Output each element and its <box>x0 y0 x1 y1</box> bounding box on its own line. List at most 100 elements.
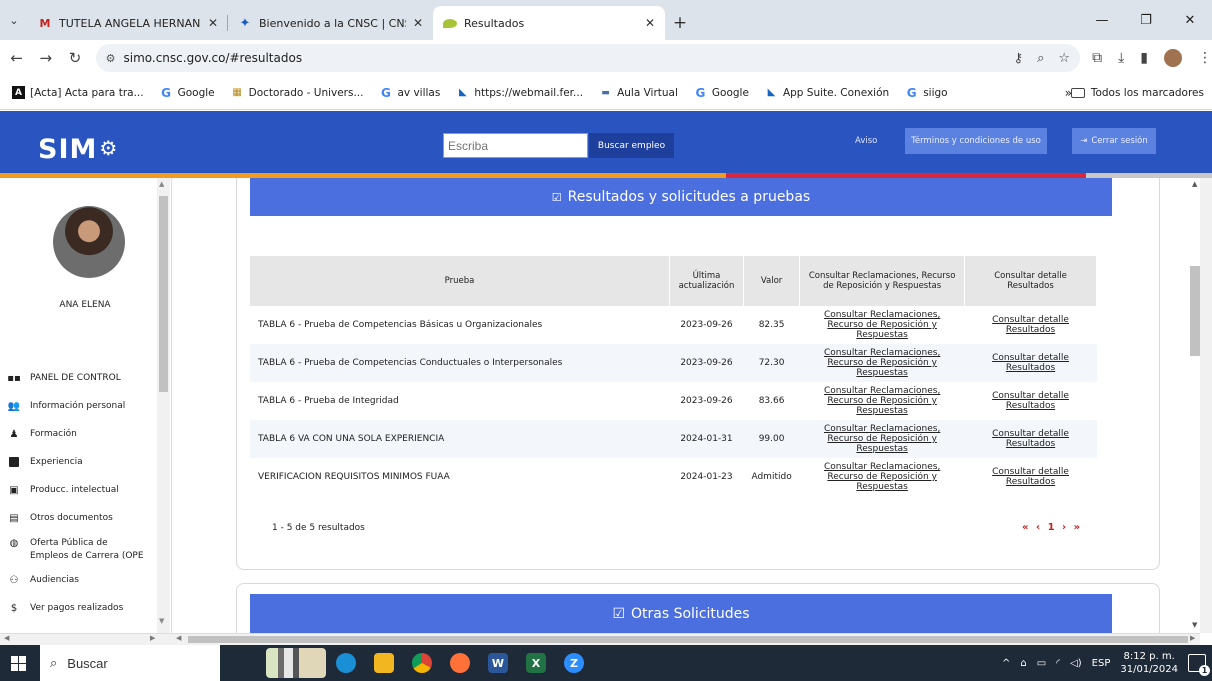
widgets-zebra-image[interactable] <box>266 648 326 678</box>
system-tray: ^ ⌂ ▭ ◜ ◁) ESP 8:12 p. m. 31/01/2024 1 <box>1002 645 1212 681</box>
terms-button[interactable]: Términos y condiciones de uso <box>905 128 1047 154</box>
new-tab-button[interactable]: + <box>665 6 695 40</box>
last-page-button[interactable]: » <box>1074 522 1082 533</box>
reclamaciones-link[interactable]: Consultar Reclamaciones, Recurso de Repo… <box>800 382 965 420</box>
sidebar-item-pagos[interactable]: $ Ver pagos realizados <box>8 602 123 614</box>
reclamaciones-link[interactable]: Consultar Reclamaciones, Recurso de Repo… <box>799 344 965 382</box>
job-search-input[interactable] <box>443 133 588 158</box>
aviso-link[interactable]: Aviso <box>855 136 877 146</box>
firefox-icon[interactable] <box>442 645 478 681</box>
all-bookmarks[interactable]: Todos los marcadores <box>1070 87 1204 99</box>
next-page-button[interactable]: › <box>1062 522 1068 533</box>
download-icon[interactable]: ⤓ <box>1118 50 1124 66</box>
bookmark-webmail[interactable]: ◣ https://webmail.fer... <box>450 86 589 99</box>
back-icon[interactable]: ← <box>4 44 29 72</box>
tray-chevron-icon[interactable]: ^ <box>1002 658 1010 669</box>
scroll-up-icon[interactable]: ▲ <box>159 180 164 188</box>
detalle-link[interactable]: Consultar detalle Resultados <box>965 458 1097 496</box>
wifi-icon[interactable]: ◜ <box>1056 658 1060 669</box>
close-icon[interactable]: ✕ <box>208 16 218 30</box>
scroll-down-icon[interactable]: ▼ <box>159 617 164 625</box>
menu-dots-icon[interactable]: ⋮ <box>1198 50 1212 66</box>
scroll-left-icon[interactable]: ◀ <box>176 634 181 642</box>
windows-start-icon[interactable] <box>0 645 36 681</box>
extensions-icon[interactable]: ⧉ <box>1092 50 1102 66</box>
file-explorer-icon[interactable] <box>366 645 402 681</box>
reclamaciones-link[interactable]: Consultar Reclamaciones, Recurso de Repo… <box>800 306 965 344</box>
clock[interactable]: 8:12 p. m. 31/01/2024 <box>1120 650 1178 676</box>
edge-icon[interactable] <box>328 645 364 681</box>
restore-icon[interactable]: ❐ <box>1124 0 1168 40</box>
sidebar-item-ope[interactable]: ◍ Oferta Pública de Empleos de Carrera (OP… <box>8 537 144 563</box>
sidebar-item-audiencias[interactable]: ⚇ Audiencias <box>8 574 79 586</box>
scroll-right-icon[interactable]: ▶ <box>1190 634 1195 642</box>
bookmark-google-2[interactable]: G Google <box>688 86 755 100</box>
sidebar-item-formacion[interactable]: ♟ Formación <box>8 428 77 440</box>
taskbar-search[interactable]: ⌕ Buscar <box>40 645 220 681</box>
chrome-icon[interactable] <box>404 645 440 681</box>
reload-icon[interactable]: ↻ <box>62 44 87 72</box>
bookmark-aula[interactable]: ▬ Aula Virtual <box>593 86 684 99</box>
bookmark-appsuite[interactable]: ◣ App Suite. Conexión <box>759 86 895 99</box>
sidebar-scroll-thumb[interactable] <box>159 196 168 392</box>
window-close-icon[interactable]: ✕ <box>1168 0 1212 40</box>
first-page-button[interactable]: « <box>1022 522 1030 533</box>
scroll-up-icon[interactable]: ▲ <box>1192 180 1197 188</box>
simo-logo[interactable]: SIM ⚙ <box>38 134 118 165</box>
minimize-icon[interactable]: — <box>1080 0 1124 40</box>
zoom-app-icon[interactable]: Z <box>556 645 592 681</box>
forward-icon[interactable]: → <box>33 44 58 72</box>
logout-button[interactable]: ⇥ Cerrar sesión <box>1072 128 1156 154</box>
address-bar[interactable]: ⚙ simo.cnsc.gov.co/#resultados ⚷ ⌕ ☆ <box>95 44 1081 72</box>
tab-cnsc[interactable]: ✦ Bienvenido a la CNSC | CNSC ✕ <box>228 6 433 40</box>
sidebar-item-panel[interactable]: ▪▪ PANEL DE CONTROL <box>7 372 121 384</box>
close-icon[interactable]: ✕ <box>645 16 655 30</box>
bookmark-star-icon[interactable]: ☆ <box>1058 51 1070 66</box>
scroll-right-icon[interactable]: ▶ <box>150 634 155 642</box>
reclamaciones-link[interactable]: Consultar Reclamaciones, Recurso de Repo… <box>800 458 965 496</box>
scroll-left-icon[interactable]: ◀ <box>4 634 9 642</box>
document-icon: ▤ <box>9 512 19 524</box>
tab-resultados[interactable]: Resultados ✕ <box>433 6 665 40</box>
sidebar-item-documentos[interactable]: ▤ Otros documentos <box>8 512 113 524</box>
sidebar-hscrollbar[interactable] <box>0 633 172 645</box>
page-scroll-thumb[interactable] <box>1190 266 1200 356</box>
language-indicator[interactable]: ESP <box>1092 658 1111 669</box>
word-icon[interactable]: W <box>480 645 516 681</box>
excel-icon[interactable]: X <box>518 645 554 681</box>
bookmark-siigo[interactable]: Gsiigo <box>899 86 953 100</box>
sidebar-item-produccion[interactable]: ▣ Producc. intelectual <box>8 484 119 496</box>
main-hscroll-thumb[interactable] <box>188 636 1188 643</box>
detalle-link[interactable]: Consultar detalle Resultados <box>965 382 1097 420</box>
volume-icon[interactable]: ◁) <box>1070 658 1082 669</box>
tab-search-chevron-icon[interactable]: ⌄ <box>0 0 28 40</box>
sidebar-item-personal[interactable]: 👥 Información personal <box>8 400 125 412</box>
battery-icon[interactable]: ▭ <box>1037 658 1046 669</box>
bookmark-acta[interactable]: A [Acta] Acta para tra... <box>6 86 150 99</box>
sidepanel-icon[interactable]: ▮ <box>1140 50 1148 66</box>
zoom-icon[interactable]: ⌕ <box>1037 51 1044 66</box>
page-number[interactable]: 1 <box>1048 522 1057 533</box>
bookmark-doctorado[interactable]: ▦ Doctorado - Univers... <box>225 86 370 99</box>
results-section-header: ☑ Resultados y solicitudes a pruebas <box>250 178 1112 216</box>
tab-gmail[interactable]: M TUTELA ANGELA HERNANDEZ ✕ <box>28 6 228 40</box>
site-info-icon[interactable]: ⚙ <box>106 52 116 65</box>
onedrive-icon[interactable]: ⌂ <box>1020 658 1026 669</box>
sidebar-item-experiencia[interactable]: Experiencia <box>8 456 83 468</box>
notification-icon[interactable]: 1 <box>1188 654 1210 676</box>
graduation-icon: ♟ <box>9 428 19 440</box>
prev-page-button[interactable]: ‹ <box>1036 522 1042 533</box>
profile-avatar[interactable] <box>1164 49 1182 67</box>
reclamaciones-link[interactable]: Consultar Reclamaciones, Recurso de Repo… <box>799 420 965 458</box>
page-scrollbar[interactable] <box>1200 178 1212 633</box>
password-key-icon[interactable]: ⚷ <box>1014 51 1024 66</box>
scroll-down-icon[interactable]: ▼ <box>1192 621 1197 629</box>
search-job-button[interactable]: Buscar empleo <box>589 133 674 158</box>
detalle-link[interactable]: Consultar detalle Resultados <box>964 420 1097 458</box>
bookmark-label: Aula Virtual <box>617 86 678 99</box>
detalle-link[interactable]: Consultar detalle Resultados <box>965 306 1097 344</box>
detalle-link[interactable]: Consultar detalle Resultados <box>964 344 1097 382</box>
close-icon[interactable]: ✕ <box>413 16 423 30</box>
bookmark-google[interactable]: G Google <box>154 86 221 100</box>
bookmark-avvillas[interactable]: Gav villas <box>373 86 446 100</box>
